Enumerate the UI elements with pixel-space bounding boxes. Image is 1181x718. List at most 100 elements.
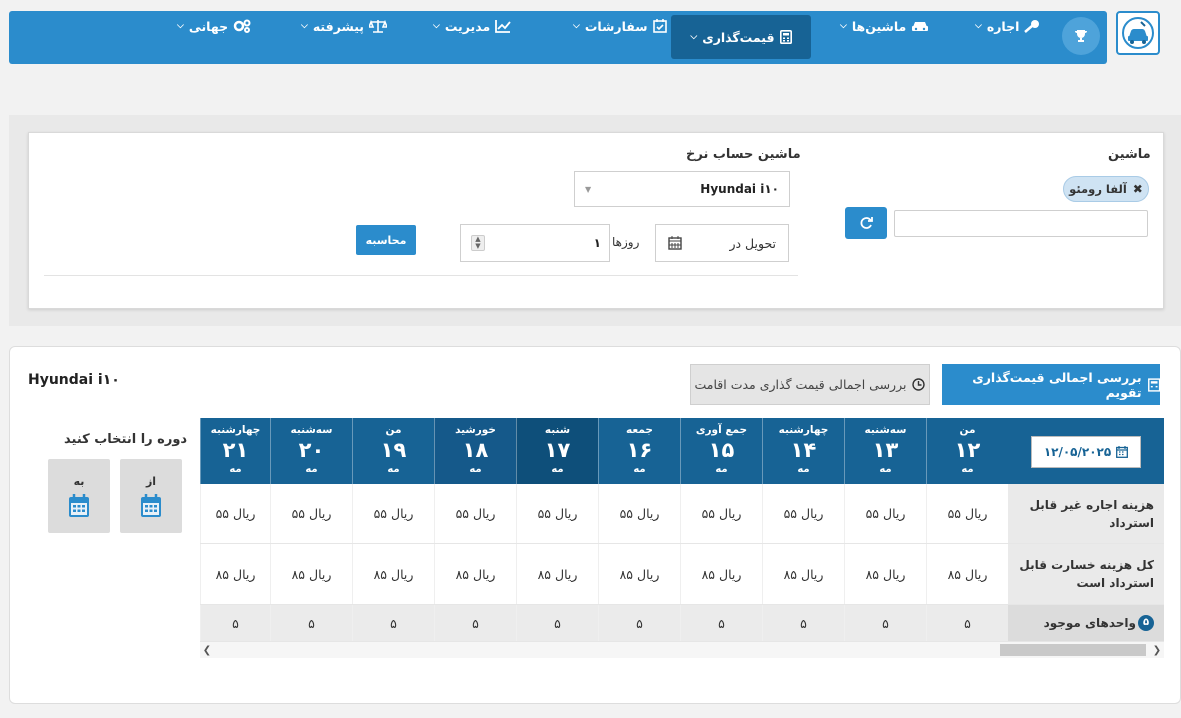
price-cell[interactable]: ریال ۵۵	[598, 484, 680, 543]
price-cell[interactable]: ریال ۵۵	[352, 484, 434, 543]
trophy-icon	[1075, 30, 1087, 42]
day-header[interactable]: چهارشنبه ۲۱ مه	[200, 418, 270, 484]
scroll-right-icon[interactable]: ❯	[1150, 642, 1164, 658]
price-cell[interactable]: ریال ۸۵	[844, 544, 926, 604]
price-cell[interactable]: ریال ۸۵	[680, 544, 762, 604]
refresh-icon	[860, 217, 873, 229]
calendar-icon	[69, 493, 89, 517]
day-header[interactable]: جمع آوری ۱۵ مه	[680, 418, 762, 484]
nav-label: اجاره	[986, 18, 1020, 34]
app-logo[interactable]	[1116, 11, 1160, 55]
calculate-button[interactable]: محاسبه	[356, 225, 416, 255]
units-cell[interactable]: ۵	[762, 605, 844, 641]
units-cell[interactable]: ۵	[270, 605, 352, 641]
units-cell[interactable]: ۵	[680, 605, 762, 641]
key-icon	[1024, 20, 1040, 33]
nav-item-cars[interactable]: ⌵ ماشین‌ها	[840, 4, 929, 48]
table-row-refundable-damage: کل هزینه خسارت قابل استرداد است ریال ۸۵ …	[200, 544, 1164, 605]
row-label: کل هزینه خسارت قابل استرداد است	[1008, 544, 1164, 604]
price-cell[interactable]: ریال ۸۵	[926, 544, 1008, 604]
nav-label: ماشین‌ها	[851, 18, 907, 34]
chart-icon	[495, 20, 511, 33]
car-search-input[interactable]	[894, 210, 1148, 237]
nav-item-advanced[interactable]: ⌵ پیشرفته	[301, 4, 387, 48]
day-header[interactable]: چهارشنبه ۱۴ مه	[762, 418, 844, 484]
delivery-date-input[interactable]: تحویل در	[655, 224, 789, 262]
price-cell[interactable]: ریال ۸۵	[200, 544, 270, 604]
price-cell[interactable]: ریال ۸۵	[762, 544, 844, 604]
days-value: ۱	[593, 236, 601, 250]
days-label: روزها	[612, 235, 640, 249]
table-row-available-units: ۵ واحدهای موجود ۵ ۵ ۵ ۵ ۵ ۵ ۵ ۵ ۵ ۵	[200, 605, 1164, 642]
car-service-logo-icon	[1122, 17, 1154, 49]
units-cell[interactable]: ۵	[434, 605, 516, 641]
price-cell[interactable]: ریال ۵۵	[516, 484, 598, 543]
price-cell[interactable]: ریال ۵۵	[926, 484, 1008, 543]
nav-item-orders[interactable]: ⌵ سفارشات	[573, 4, 667, 48]
stay-overview-button[interactable]: بررسی اجمالی قیمت گذاری مدت اقامت	[690, 364, 930, 405]
price-cell[interactable]: ریال ۵۵	[200, 484, 270, 543]
price-cell[interactable]: ریال ۵۵	[844, 484, 926, 543]
period-from-button[interactable]: از	[120, 459, 182, 533]
units-cell[interactable]: ۵	[516, 605, 598, 641]
nav-label: مدیریت	[444, 18, 491, 34]
from-label: از	[145, 474, 157, 488]
nav-item-management[interactable]: ⌵ مدیریت	[433, 4, 511, 48]
price-cell[interactable]: ریال ۸۵	[352, 544, 434, 604]
day-header[interactable]: سه‌شنبه ۱۳ مه	[844, 418, 926, 484]
day-header[interactable]: جمعه ۱۶ مه	[598, 418, 680, 484]
day-header[interactable]: من ۱۲ مه	[926, 418, 1008, 484]
nav-item-global[interactable]: ⌵ جهانی	[177, 4, 251, 48]
rate-car-select[interactable]: ▼ Hyundai i۱۰	[574, 171, 790, 207]
price-cell[interactable]: ریال ۸۵	[598, 544, 680, 604]
nav-item-rental[interactable]: ⌵ اجاره	[975, 4, 1040, 48]
day-header[interactable]: سه‌شنبه ۲۰ مه	[270, 418, 352, 484]
calendar-overview-label: بررسی اجمالی قیمت‌گذاری تقویم	[972, 369, 1142, 400]
units-cell[interactable]: ۵	[926, 605, 1008, 641]
day-header-weekend[interactable]: شنبه ۱۷ مه	[516, 418, 598, 484]
horizontal-scrollbar[interactable]: ❮ ❯	[200, 642, 1164, 658]
select-caret-icon: ▼	[585, 184, 592, 194]
day-header[interactable]: من ۱۹ مه	[352, 418, 434, 484]
chevron-down-icon: ⌵	[301, 21, 308, 31]
day-header-weekend[interactable]: خورشید ۱۸ مه	[434, 418, 516, 484]
price-cell[interactable]: ریال ۸۵	[270, 544, 352, 604]
table-row-nonrefundable: هزینه اجاره غیر قابل استرداد ریال ۵۵ ریا…	[200, 484, 1164, 544]
trophy-button[interactable]	[1062, 17, 1100, 55]
scrollbar-thumb[interactable]	[1000, 644, 1146, 656]
date-picker-cell: ۱۲/۰۵/۲۰۲۵	[1008, 418, 1164, 484]
price-cell[interactable]: ریال ۵۵	[680, 484, 762, 543]
clock-icon	[912, 378, 926, 391]
stay-overview-label: بررسی اجمالی قیمت گذاری مدت اقامت	[694, 377, 907, 392]
calendar-icon	[1116, 446, 1129, 458]
chevron-down-icon: ⌵	[177, 21, 184, 31]
refresh-button[interactable]	[845, 207, 887, 239]
days-number-input[interactable]: ▲ ▼ ۱	[460, 224, 610, 262]
scale-icon	[369, 19, 387, 33]
units-cell[interactable]: ۵	[352, 605, 434, 641]
price-cell[interactable]: ریال ۸۵	[516, 544, 598, 604]
units-cell[interactable]: ۵	[844, 605, 926, 641]
row-label: هزینه اجاره غیر قابل استرداد	[1008, 484, 1164, 543]
nav-item-pricing[interactable]: ⌵ قیمت‌گذاری	[671, 15, 811, 59]
selected-car-tag: آلفا رومئو ✖	[1063, 176, 1149, 202]
calendar-overview-button[interactable]: بررسی اجمالی قیمت‌گذاری تقویم	[942, 364, 1160, 405]
car-label: ماشین	[1108, 147, 1151, 162]
units-cell[interactable]: ۵	[200, 605, 270, 641]
tag-label: آلفا رومئو	[1069, 182, 1127, 196]
cogs-icon	[233, 19, 251, 33]
units-cell[interactable]: ۵	[598, 605, 680, 641]
price-cell[interactable]: ریال ۵۵	[434, 484, 516, 543]
chevron-down-icon: ⌵	[573, 21, 580, 31]
number-spinner[interactable]: ▲ ▼	[471, 235, 485, 251]
calendar-check-icon	[652, 19, 667, 33]
price-cell[interactable]: ریال ۵۵	[762, 484, 844, 543]
car-icon	[912, 22, 929, 31]
price-cell[interactable]: ریال ۵۵	[270, 484, 352, 543]
scroll-left-icon[interactable]: ❮	[200, 642, 214, 658]
remove-tag-icon[interactable]: ✖	[1133, 182, 1143, 196]
start-date-button[interactable]: ۱۲/۰۵/۲۰۲۵	[1031, 436, 1141, 468]
price-cell[interactable]: ریال ۸۵	[434, 544, 516, 604]
nav-label: قیمت‌گذاری	[702, 29, 775, 45]
period-to-button[interactable]: به	[48, 459, 110, 533]
